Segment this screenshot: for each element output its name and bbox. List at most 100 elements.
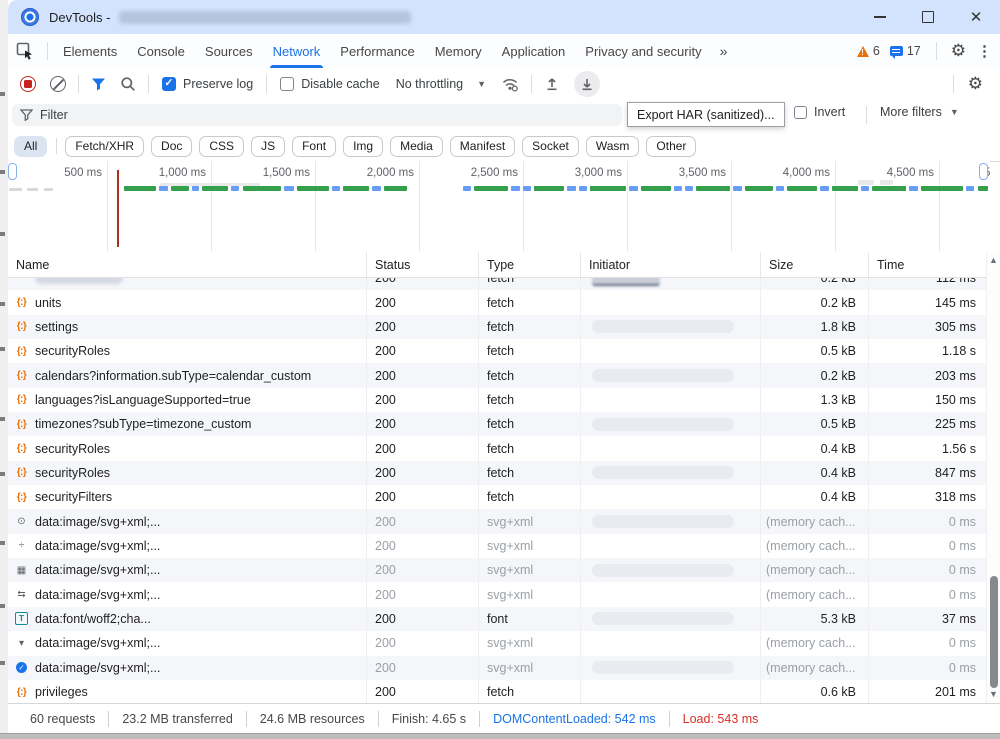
settings-gear-icon[interactable]: ⚙ [942,41,975,61]
chip-all[interactable]: All [14,136,47,157]
cell-type: svg+xml [478,534,580,558]
column-header-status[interactable]: Status [366,252,478,277]
table-scrollbar[interactable]: ▲ ▼ [986,252,1000,703]
request-name: securityRoles [35,466,110,480]
overview-bar-segment [332,186,340,191]
table-row[interactable]: {:}timezones?subType=timezone_custom200f… [8,412,988,436]
chip-js[interactable]: JS [251,136,285,157]
messages-count[interactable]: 17 [907,44,921,58]
tab-network[interactable]: Network [263,34,331,68]
cell-status: 200 [366,315,478,339]
search-button[interactable] [120,76,136,92]
cell-name [8,278,366,290]
record-network-log-button[interactable] [20,76,36,92]
overview-bar-segment [872,186,906,191]
tab-application[interactable]: Application [492,34,576,68]
table-row[interactable]: ÷data:image/svg+xml;...200svg+xml(memory… [8,534,988,558]
tab-console[interactable]: Console [127,34,195,68]
overview-bar-segment [696,186,730,191]
button-hover-highlight [574,71,600,97]
table-row[interactable]: {:}units200fetch0.2 kB145 ms [8,290,988,314]
throttling-select[interactable]: No throttling ▼ [396,77,486,91]
messages-bubble-icon[interactable] [890,46,903,56]
column-header-time[interactable]: Time [868,252,988,277]
background-window-fragment [0,417,5,421]
filter-input[interactable]: Filter [12,104,622,126]
scroll-up-icon[interactable]: ▲ [987,254,1000,267]
column-header-initiator[interactable]: Initiator [580,252,760,277]
minimize-button[interactable] [856,0,904,34]
redacted-url [119,11,411,24]
table-row[interactable]: ▾data:image/svg+xml;...200svg+xml(memory… [8,631,988,655]
fetch-icon: {:} [14,443,29,454]
chip-img[interactable]: Img [343,136,383,157]
table-row[interactable]: ⇆data:image/svg+xml;...200svg+xml(memory… [8,582,988,606]
table-row[interactable]: {:}settings200fetch1.8 kB305 ms [8,315,988,339]
clear-network-log-button[interactable] [50,76,66,92]
overview-left-handle[interactable] [8,163,17,180]
maximize-button[interactable] [904,0,952,34]
chip-socket[interactable]: Socket [522,136,579,157]
table-row-partial[interactable]: 200fetch0.2 kB112 ms [8,278,988,290]
errors-count[interactable]: 6 [873,44,880,58]
overview-bar-segment [832,186,858,191]
disable-cache-checkbox[interactable]: Disable cache [280,77,380,91]
tab-elements[interactable]: Elements [53,34,127,68]
overview-bar-segment [171,186,189,191]
timeline-tick-label: 3,500 ms [646,167,726,179]
errors-warning-icon[interactable] [857,46,869,57]
chip-wasm[interactable]: Wasm [586,136,640,157]
column-header-size[interactable]: Size [760,252,868,277]
network-settings-gear-icon[interactable]: ⚙ [959,74,992,94]
chip-other[interactable]: Other [646,136,696,157]
scroll-down-icon[interactable]: ▼ [987,688,1000,701]
more-tabs-chevron[interactable]: » [712,43,736,59]
column-header-name[interactable]: Name [8,252,366,277]
chip-manifest[interactable]: Manifest [450,136,515,157]
scrollbar-thumb[interactable] [990,576,998,688]
tab-privacy-and-security[interactable]: Privacy and security [575,34,711,68]
tab-memory[interactable]: Memory [425,34,492,68]
cell-status: 200 [366,290,478,314]
table-row[interactable]: {:}securityRoles200fetch0.4 kB1.56 s [8,436,988,460]
overview-bar-segment [534,186,564,191]
table-row[interactable]: Tdata:font/woff2;cha...200font5.3 kB37 m… [8,607,988,631]
overview-right-handle[interactable] [979,163,988,180]
table-row[interactable]: {:}languages?isLanguageSupported=true200… [8,388,988,412]
export-har-button[interactable] [574,71,600,97]
tab-performance[interactable]: Performance [330,34,424,68]
checkbox-checked-icon [162,77,176,91]
invert-checkbox[interactable]: Invert [794,105,845,119]
inspect-element-button[interactable] [8,34,42,68]
cell-status: 200 [366,509,478,533]
network-overview-timeline[interactable]: 500 ms1,000 ms1,500 ms2,000 ms2,500 ms3,… [8,161,990,253]
column-header-type[interactable]: Type [478,252,580,277]
more-options-icon[interactable]: ⋮ [975,42,1000,60]
cell-initiator [580,582,760,606]
table-row[interactable]: {:}securityFilters200fetch0.4 kB318 ms [8,485,988,509]
more-filters-button[interactable]: More filters ▼ [880,105,959,119]
chip-font[interactable]: Font [292,136,336,157]
cell-size: (memory cach... [760,656,868,680]
table-row[interactable]: {:}calendars?information.subType=calenda… [8,363,988,387]
preserve-log-checkbox[interactable]: Preserve log [162,77,253,91]
import-har-button[interactable] [544,76,560,92]
background-window-fragment [0,472,5,476]
table-row[interactable]: {:}privileges200fetch0.6 kB201 ms [8,680,988,703]
cell-size: (memory cach... [760,558,868,582]
chip-css[interactable]: CSS [199,136,244,157]
table-row[interactable]: ⊙data:image/svg+xml;...200svg+xml(memory… [8,509,988,533]
table-row[interactable]: {:}securityRoles200fetch0.5 kB1.18 s [8,339,988,363]
table-row[interactable]: {:}securityRoles200fetch0.4 kB847 ms [8,461,988,485]
redacted-initiator-link[interactable] [592,278,660,286]
table-row[interactable]: ▦data:image/svg+xml;...200svg+xml(memory… [8,558,988,582]
filter-toggle-button[interactable] [91,77,106,91]
network-conditions-button[interactable] [501,76,519,92]
tab-sources[interactable]: Sources [195,34,263,68]
chip-fetch-xhr[interactable]: Fetch/XHR [65,136,144,157]
cell-size: 0.5 kB [760,339,868,363]
chip-media[interactable]: Media [390,136,443,157]
chip-doc[interactable]: Doc [151,136,192,157]
close-button[interactable]: ✕ [952,0,1000,34]
table-row[interactable]: ✓data:image/svg+xml;...200svg+xml(memory… [8,656,988,680]
